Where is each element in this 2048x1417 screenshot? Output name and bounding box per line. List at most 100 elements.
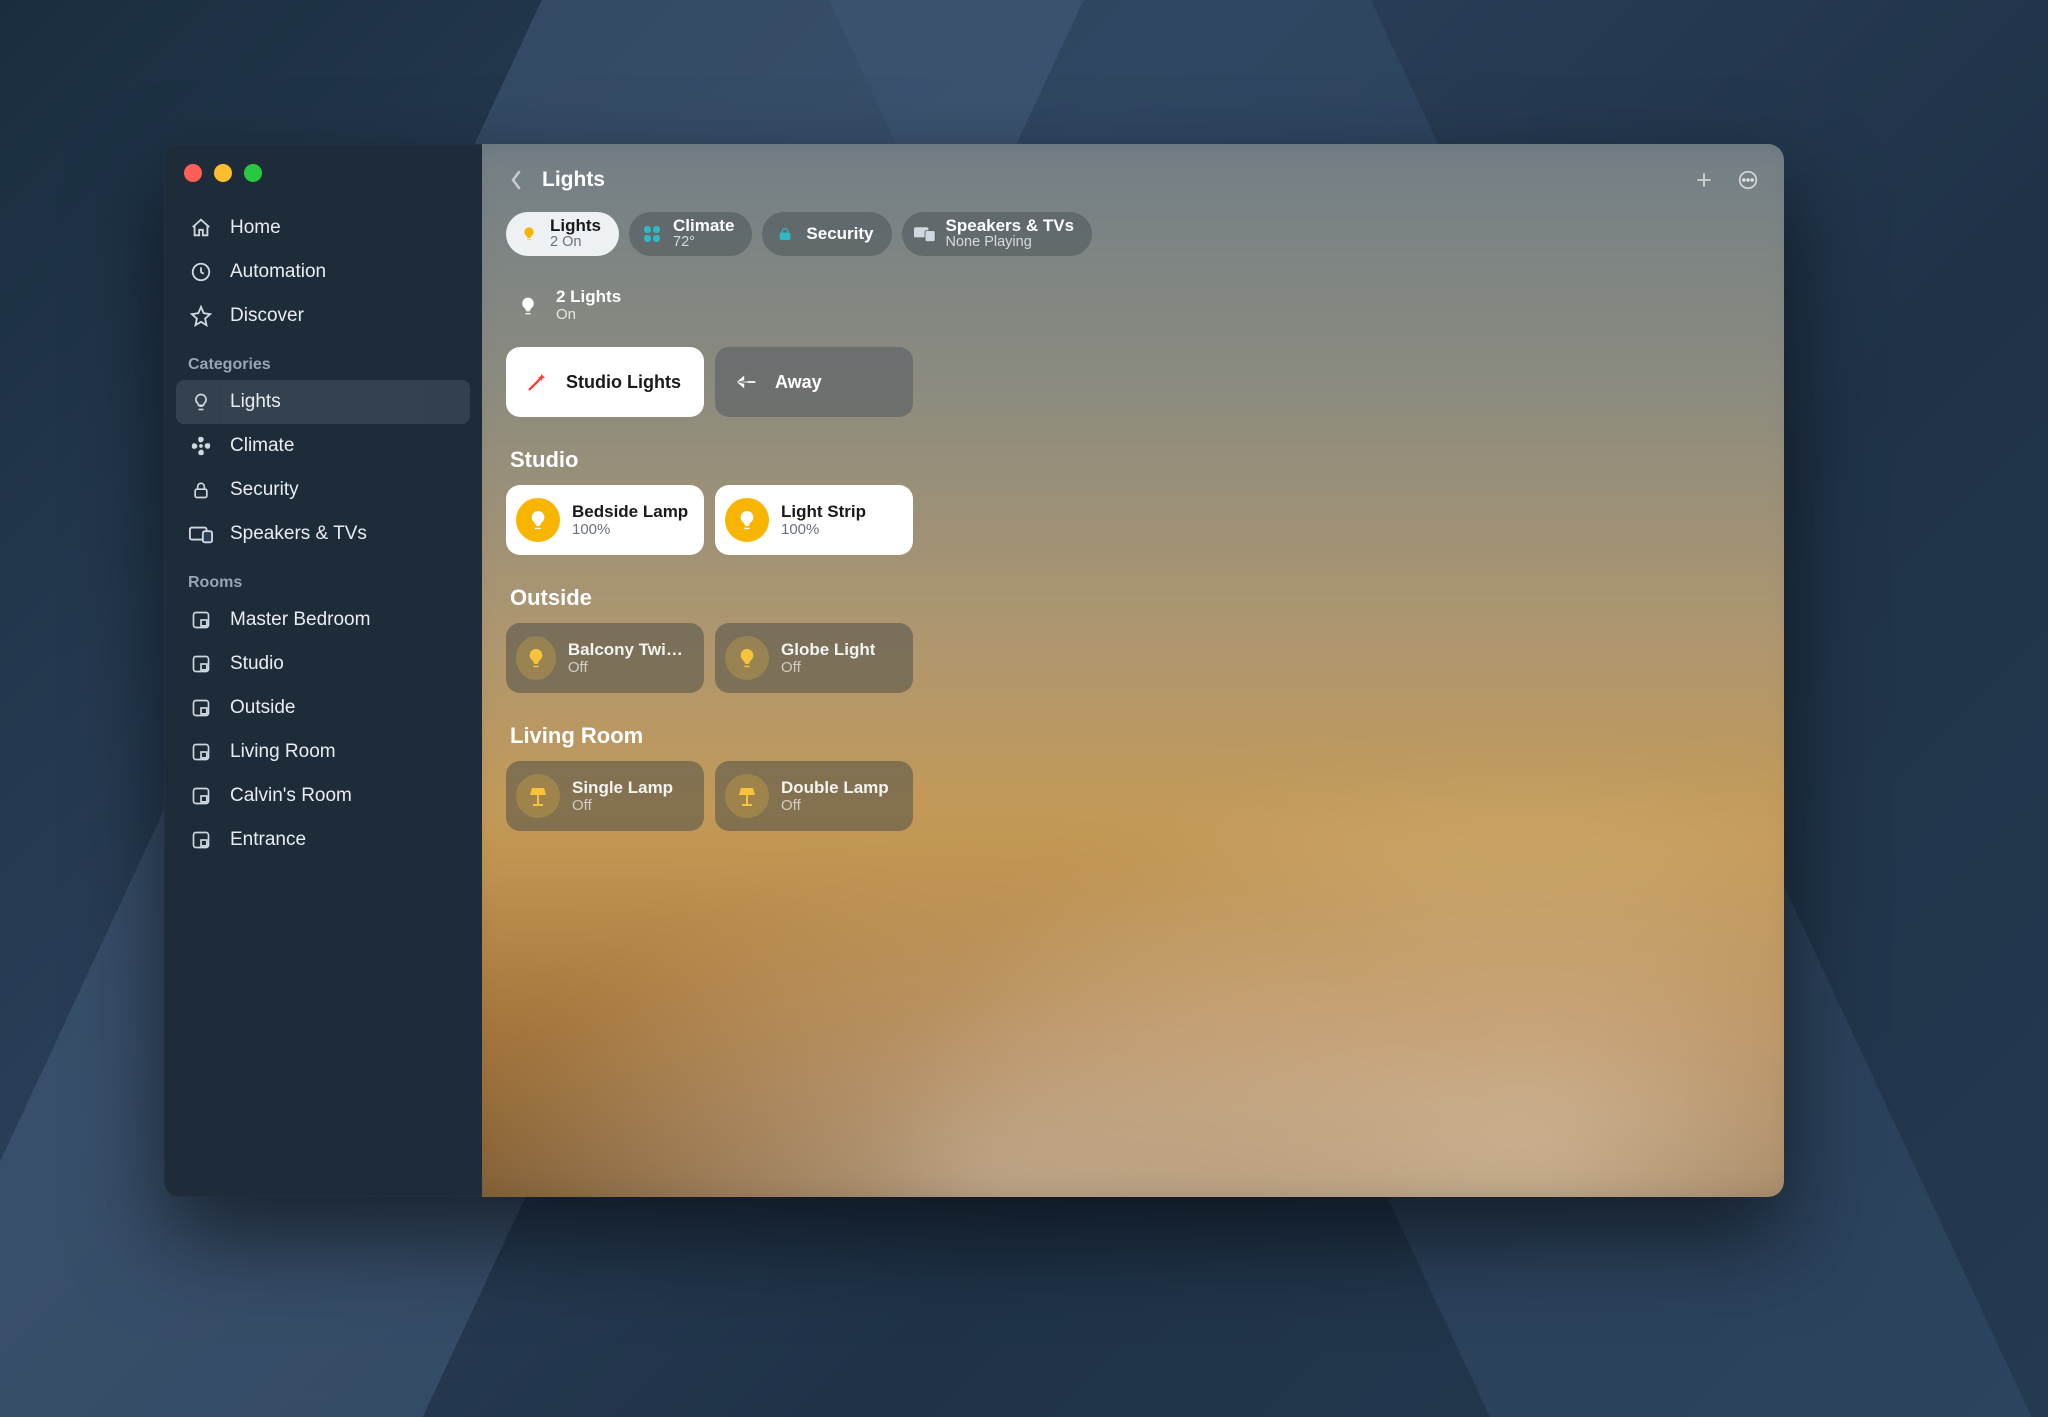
sidebar-item-label: Automation [230,261,326,283]
accessory-single-lamp[interactable]: Single LampOff [506,761,704,831]
scene-away[interactable]: Away [715,347,913,417]
lightbulb-icon [518,223,540,245]
accessory-status: 100% [572,521,688,538]
window-close-button[interactable] [184,164,202,182]
titlebar: Lights [506,164,1760,196]
tv-icon [914,223,936,245]
lightbulb-icon [725,498,769,542]
window-fullscreen-button[interactable] [244,164,262,182]
sidebar-room-entrance[interactable]: Entrance [176,818,470,862]
sidebar-item-automation[interactable]: Automation [176,250,470,294]
lightbulb-icon [725,636,769,680]
climate-icon [641,223,663,245]
pill-speakers[interactable]: Speakers & TVsNone Playing [902,212,1093,256]
pill-title: Speakers & TVs [946,217,1075,235]
room-icon [188,739,214,765]
room-icon [188,695,214,721]
accessory-bedside-lamp[interactable]: Bedside Lamp100% [506,485,704,555]
clock-icon [188,259,214,285]
sidebar-item-label: Studio [230,653,284,675]
sidebar-item-label: Speakers & TVs [230,523,367,545]
airplane-icon [733,369,759,395]
sidebar-item-label: Entrance [230,829,306,851]
room-icon [188,783,214,809]
pill-security[interactable]: Security [762,212,891,256]
pill-title: Climate [673,217,734,235]
pill-subtitle: 2 On [550,235,601,250]
window-minimize-button[interactable] [214,164,232,182]
fan-icon [188,433,214,459]
sidebar-room-living-room[interactable]: Living Room [176,730,470,774]
accessory-status: Off [781,659,875,676]
pill-title: Lights [550,217,601,235]
page-title: Lights [542,168,605,192]
sidebar-item-speakers[interactable]: Speakers & TVs [176,512,470,556]
room-heading-living-room: Living Room [506,717,1760,761]
sidebar-item-lights[interactable]: Lights [176,380,470,424]
accessory-name: Bedside Lamp [572,502,688,522]
pill-subtitle: 72° [673,235,734,250]
sidebar-item-label: Living Room [230,741,336,763]
star-icon [188,303,214,329]
wand-icon [524,369,550,395]
sidebar-room-outside[interactable]: Outside [176,686,470,730]
add-button[interactable] [1692,168,1716,192]
sidebar-room-calvins-room[interactable]: Calvin's Room [176,774,470,818]
lightbulb-icon [188,389,214,415]
sidebar-item-label: Home [230,217,281,239]
sidebar: Home Automation Discover Categories Ligh… [164,144,482,1197]
accessory-name: Double Lamp [781,778,889,798]
scenes-row: Studio Lights Away [506,347,1760,417]
scene-label: Away [775,372,822,393]
accessory-balcony-twinkle[interactable]: Balcony Twink…Off [506,623,704,693]
more-button[interactable] [1736,168,1760,192]
app-window: Home Automation Discover Categories Ligh… [164,144,1784,1197]
accessory-status: 100% [781,521,866,538]
accessory-name: Single Lamp [572,778,673,798]
accessory-status: Off [781,797,889,814]
tv-icon [188,521,214,547]
accessory-name: Globe Light [781,640,875,660]
sidebar-item-discover[interactable]: Discover [176,294,470,338]
accessory-status: Off [568,659,690,676]
sidebar-item-home[interactable]: Home [176,206,470,250]
sidebar-room-studio[interactable]: Studio [176,642,470,686]
lights-summary[interactable]: 2 Lights On [506,284,1760,347]
room-heading-outside: Outside [506,579,1760,623]
sidebar-item-label: Discover [230,305,304,327]
sidebar-room-master-bedroom[interactable]: Master Bedroom [176,598,470,642]
window-controls [176,158,470,206]
pill-title: Security [806,225,873,243]
summary-subtitle: On [556,307,621,324]
pill-subtitle: None Playing [946,235,1075,250]
room-heading-studio: Studio [506,441,1760,485]
accessory-name: Balcony Twink… [568,640,690,660]
pill-lights[interactable]: Lights2 On [506,212,619,256]
category-pills: Lights2 On Climate72° Security [506,212,1760,256]
sidebar-item-label: Master Bedroom [230,609,370,631]
house-icon [188,215,214,241]
lightbulb-icon [516,498,560,542]
room-icon [188,651,214,677]
room-icon [188,827,214,853]
accessory-status: Off [572,797,673,814]
summary-title: 2 Lights [556,288,621,307]
sidebar-item-label: Calvin's Room [230,785,352,807]
scene-studio-lights[interactable]: Studio Lights [506,347,704,417]
main-content: Lights Lights2 On [482,144,1784,1197]
lock-icon [188,477,214,503]
lock-icon [774,223,796,245]
back-button[interactable] [506,170,526,190]
lightbulb-icon [514,292,542,320]
accessory-name: Light Strip [781,502,866,522]
sidebar-item-label: Security [230,479,299,501]
sidebar-section-rooms: Rooms [176,556,470,598]
accessory-globe-light[interactable]: Globe LightOff [715,623,913,693]
pill-climate[interactable]: Climate72° [629,212,752,256]
sidebar-item-security[interactable]: Security [176,468,470,512]
accessory-double-lamp[interactable]: Double LampOff [715,761,913,831]
lightbulb-icon [516,636,556,680]
accessory-light-strip[interactable]: Light Strip100% [715,485,913,555]
sidebar-item-label: Lights [230,391,281,413]
sidebar-item-climate[interactable]: Climate [176,424,470,468]
